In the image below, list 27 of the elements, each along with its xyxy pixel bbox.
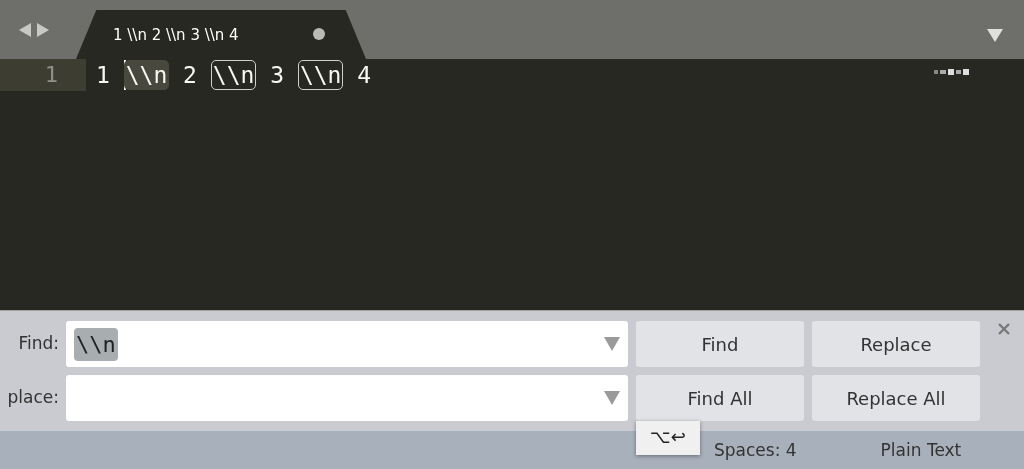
find-field[interactable]: \\n bbox=[66, 321, 628, 367]
search-match: \\n bbox=[210, 60, 257, 90]
line-number: 1 bbox=[0, 59, 86, 91]
indentation-status[interactable]: Spaces: 4 bbox=[714, 437, 797, 464]
shortcut-tooltip: ⌥↩ bbox=[636, 421, 700, 455]
minimap-drawing[interactable] bbox=[934, 68, 970, 75]
code-text: 1 bbox=[96, 60, 111, 90]
code-text: 4 bbox=[356, 60, 372, 90]
close-button[interactable] bbox=[998, 323, 1010, 335]
field-label: place: bbox=[6, 386, 60, 410]
syntax-status[interactable]: Plain Text bbox=[880, 437, 962, 464]
field-label: Find: bbox=[17, 332, 60, 356]
tab-title: 1 \\n 2 \\n 3 \\n 4 bbox=[113, 25, 239, 46]
search-match: \\n bbox=[297, 60, 344, 90]
panel-button[interactable]: Find All bbox=[636, 375, 804, 421]
back-icon[interactable] bbox=[18, 22, 32, 38]
code-text: 3 bbox=[269, 60, 286, 90]
forward-icon[interactable] bbox=[36, 22, 50, 38]
code-text: 2 bbox=[182, 60, 198, 90]
panel-button[interactable]: Find bbox=[636, 321, 804, 367]
panel-button[interactable]: Replace bbox=[812, 321, 980, 367]
panel-button[interactable]: Replace All bbox=[812, 375, 980, 421]
dropdown-icon[interactable] bbox=[604, 391, 620, 405]
replace-field[interactable] bbox=[66, 375, 628, 421]
search-match: \\n bbox=[123, 60, 170, 90]
dropdown-icon[interactable] bbox=[986, 28, 1004, 43]
dropdown-icon[interactable] bbox=[604, 337, 620, 351]
